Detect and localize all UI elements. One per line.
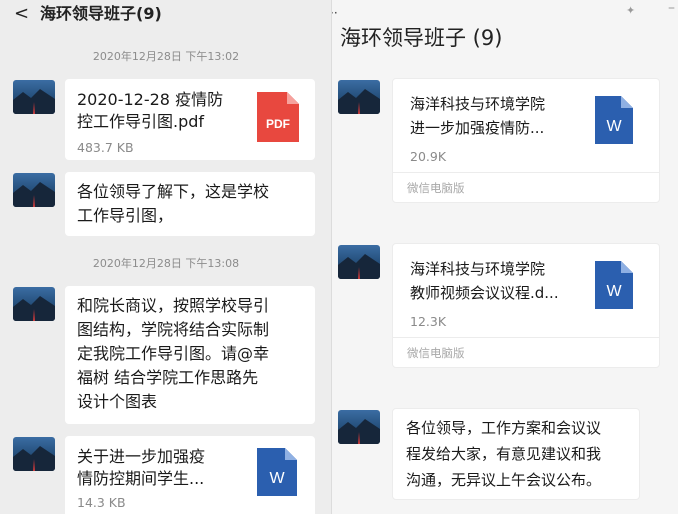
pdf-icon: PDF (257, 92, 299, 149)
text-message[interactable]: 各位领导了解下，这是学校 工作导引图， (65, 172, 315, 236)
file-name: 海洋科技与环境学院 进一步加强疫情防... (410, 95, 546, 137)
word-icon: W (595, 96, 633, 151)
avatar[interactable] (13, 173, 55, 207)
message-line: 各位领导了解下，这是学校 (77, 182, 270, 201)
file-name: 2020-12-28 疫情防 控工作导引图.pdf (77, 90, 224, 131)
back-arrow-icon[interactable]: < (14, 3, 29, 25)
avatar[interactable] (338, 80, 380, 114)
message-line: 各位领导，工作方案和会议议 (406, 419, 602, 437)
timestamp: 2020年12月28日 下午13:08 (92, 257, 240, 270)
message-line: 福树 结合学院工作思路先 (77, 368, 259, 387)
chat-title: 海环领导班子 (9) (340, 26, 503, 50)
text-message[interactable]: 和院长商议，按照学校导引 图结构，学院将结合实际制 定我院工作导引图。请@幸 福… (65, 286, 315, 424)
file-message[interactable]: 海洋科技与环境学院 进一步加强疫情防... 20.9K W 微信电脑版 (392, 78, 660, 203)
svg-text:PDF: PDF (266, 117, 290, 131)
message-line: 程发给大家，有意见建议和我 (406, 445, 602, 463)
message-line: 设计个图表 (77, 392, 158, 411)
pin-icon[interactable]: ✦ (626, 4, 635, 17)
avatar[interactable] (338, 410, 380, 444)
file-size: 14.3 KB (77, 495, 126, 510)
message-line: 定我院工作导引图。请@幸 (77, 344, 270, 363)
avatar[interactable] (13, 80, 55, 114)
window-dots: ·· (332, 6, 338, 20)
file-size: 12.3K (410, 314, 447, 329)
file-message[interactable]: 关于进一步加强疫 情防控期间学生... 14.3 KB W (65, 436, 315, 514)
file-message[interactable]: 2020-12-28 疫情防 控工作导引图.pdf 483.7 KB PDF (65, 79, 315, 160)
desktop-chat-pane: ·· ✦ – 海环领导班子 (9) 海洋科技与环境学院 进一步加强疫情防... … (332, 0, 678, 514)
word-icon: W (595, 261, 633, 316)
mobile-chat-pane: < 海环领导班子(9) 2020年12月28日 下午13:02 2020-12-… (0, 0, 332, 514)
source-label: 微信电脑版 (393, 172, 659, 202)
chat-header: < 海环领导班子(9) (0, 0, 332, 30)
file-name: 海洋科技与环境学院 教师视频会议议程.d... (410, 260, 559, 302)
source-label: 微信电脑版 (393, 337, 659, 367)
text-message[interactable]: 各位领导，工作方案和会议议 程发给大家，有意见建议和我 沟通，无异议上午会议公布… (392, 408, 640, 500)
message-line: 沟通，无异议上午会议公布。 (406, 471, 602, 489)
avatar[interactable] (13, 437, 55, 471)
file-message[interactable]: 海洋科技与环境学院 教师视频会议议程.d... 12.3K W 微信电脑版 (392, 243, 660, 368)
message-line: 和院长商议，按照学校导引 (77, 296, 270, 315)
timestamp: 2020年12月28日 下午13:02 (92, 50, 240, 63)
chat-title: 海环领导班子(9) (40, 4, 162, 23)
message-line: 工作导引图， (77, 206, 174, 225)
svg-text:W: W (606, 283, 622, 300)
word-icon: W (257, 448, 297, 503)
file-size: 20.9K (410, 149, 447, 164)
avatar[interactable] (338, 245, 380, 279)
svg-text:W: W (269, 470, 285, 487)
file-name: 关于进一步加强疫 情防控期间学生... (77, 447, 206, 488)
file-size: 483.7 KB (77, 140, 134, 155)
minimize-icon[interactable]: – (668, 0, 675, 16)
svg-text:W: W (606, 118, 622, 135)
avatar[interactable] (13, 287, 55, 321)
message-line: 图结构，学院将结合实际制 (77, 320, 270, 339)
